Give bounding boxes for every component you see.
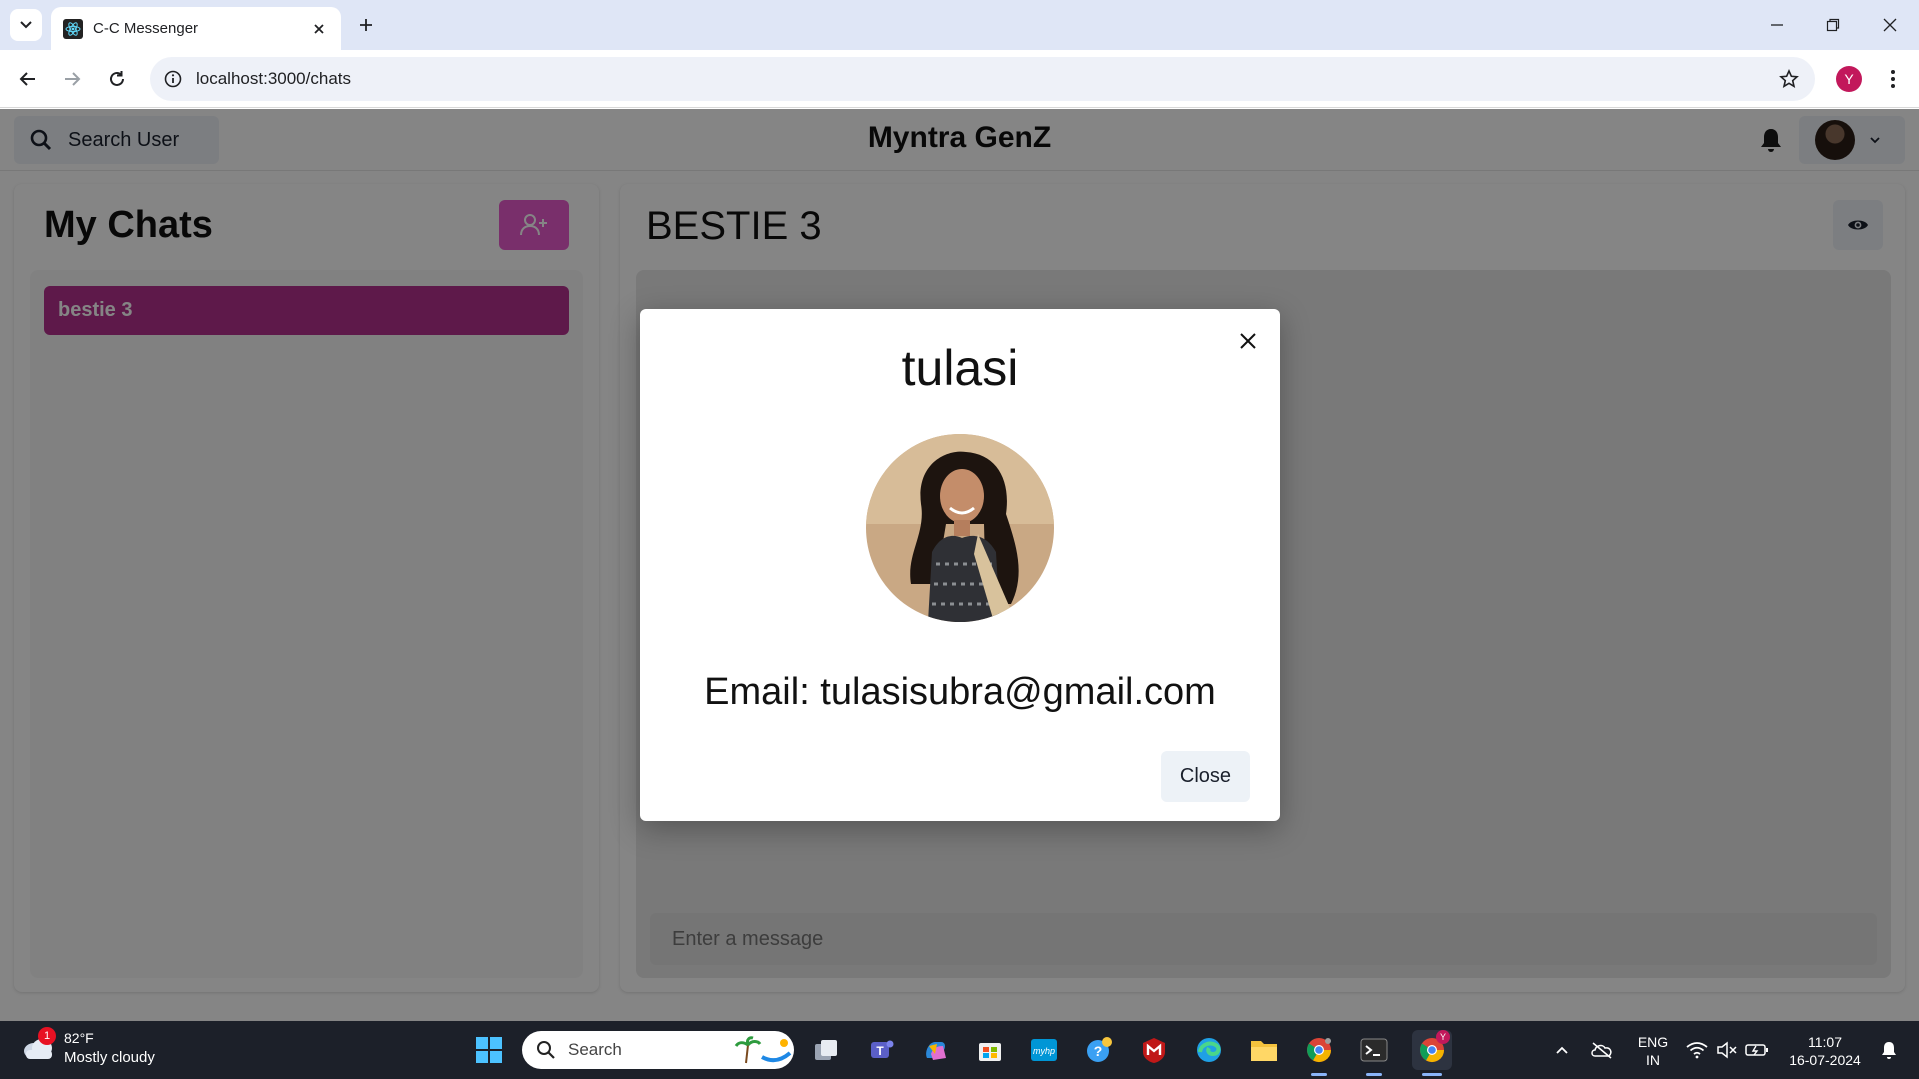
mcafee-icon[interactable] — [1137, 1033, 1171, 1067]
weather-alert-badge: 1 — [38, 1027, 56, 1045]
onedrive-offline-icon[interactable] — [1585, 1033, 1619, 1067]
profile-picture — [866, 434, 1054, 622]
weather-widget[interactable]: 1 82°F Mostly cloudy — [20, 1027, 155, 1067]
taskbar-running-indicator — [1311, 1073, 1327, 1076]
taskbar-running-indicator — [1366, 1073, 1382, 1076]
wifi-icon[interactable] — [1680, 1033, 1714, 1067]
minimize-icon[interactable] — [1764, 12, 1790, 38]
windows-taskbar: 1 82°F Mostly cloudy Search T myhp ? Y E… — [0, 1021, 1919, 1079]
browser-toolbar: localhost:3000/chats Y — [0, 50, 1919, 108]
edge-icon[interactable] — [1192, 1033, 1226, 1067]
profile-email: Email: tulasisubra@gmail.com — [704, 671, 1216, 713]
address-bar[interactable]: localhost:3000/chats — [150, 57, 1815, 101]
taskbar-active-indicator — [1422, 1073, 1442, 1076]
language-code: ENG — [1637, 1034, 1669, 1050]
close-button[interactable]: Close — [1161, 751, 1250, 802]
chrome-icon[interactable]: Y — [1412, 1030, 1452, 1070]
microsoft-store-icon[interactable] — [973, 1033, 1007, 1067]
chrome-dev-icon[interactable] — [1302, 1033, 1336, 1067]
site-info-icon[interactable] — [162, 68, 184, 90]
weather-description: Mostly cloudy — [64, 1049, 155, 1066]
language-indicator[interactable]: ENG IN — [1632, 1033, 1674, 1069]
close-icon[interactable] — [1231, 324, 1265, 358]
region-code: IN — [1646, 1052, 1660, 1068]
react-icon — [63, 18, 83, 39]
new-tab-plus-icon[interactable] — [354, 13, 378, 37]
url-text: localhost:3000/chats — [196, 69, 351, 88]
tab-title: C-C Messenger — [93, 20, 199, 37]
weather-temperature: 82°F — [64, 1030, 94, 1046]
clock[interactable]: 11:07 16-07-2024 — [1780, 1033, 1870, 1069]
browser-profile-avatar[interactable]: Y — [1836, 66, 1862, 92]
battery-icon[interactable] — [1740, 1033, 1774, 1067]
copilot-icon[interactable] — [918, 1033, 952, 1067]
svg-text:myhp: myhp — [1033, 1046, 1055, 1056]
browser-tab[interactable]: C-C Messenger — [51, 7, 341, 50]
chevron-down-icon — [20, 21, 32, 29]
window-close-icon[interactable] — [1877, 12, 1903, 38]
terminal-icon[interactable] — [1357, 1033, 1391, 1067]
volume-muted-icon[interactable] — [1710, 1033, 1744, 1067]
chevron-up-icon[interactable] — [1545, 1033, 1579, 1067]
beach-icon — [734, 1036, 792, 1064]
forward-arrow-icon[interactable] — [57, 64, 87, 94]
modal-title: tulasi — [901, 340, 1019, 396]
clock-time: 11:07 — [1808, 1034, 1842, 1050]
myhp-icon[interactable]: myhp — [1027, 1033, 1061, 1067]
back-arrow-icon[interactable] — [13, 64, 43, 94]
task-view-icon[interactable] — [809, 1033, 843, 1067]
notification-center-icon[interactable] — [1872, 1033, 1906, 1067]
tab-close-icon[interactable] — [309, 19, 329, 39]
profile-modal: tulasi Email: tulasisubra@gmail.com Clos… — [640, 309, 1280, 821]
teams-icon[interactable]: T — [864, 1033, 898, 1067]
windows-start-icon[interactable] — [472, 1033, 506, 1067]
more-options-icon[interactable] — [1878, 64, 1908, 94]
taskbar-search-box[interactable]: Search — [522, 1031, 794, 1069]
restore-icon[interactable] — [1820, 12, 1846, 38]
browser-tab-strip: C-C Messenger — [0, 0, 1919, 50]
bookmark-star-icon[interactable] — [1777, 67, 1801, 91]
get-help-icon[interactable]: ? — [1082, 1033, 1116, 1067]
reload-icon[interactable] — [102, 64, 132, 94]
file-explorer-icon[interactable] — [1247, 1033, 1281, 1067]
search-icon — [537, 1041, 555, 1059]
tab-search-button[interactable] — [10, 9, 42, 41]
svg-text:T: T — [876, 1044, 884, 1058]
svg-text:?: ? — [1094, 1043, 1103, 1059]
chrome-profile-badge: Y — [1436, 1030, 1450, 1044]
taskbar-search-label: Search — [568, 1040, 622, 1059]
clock-date: 16-07-2024 — [1789, 1052, 1861, 1068]
